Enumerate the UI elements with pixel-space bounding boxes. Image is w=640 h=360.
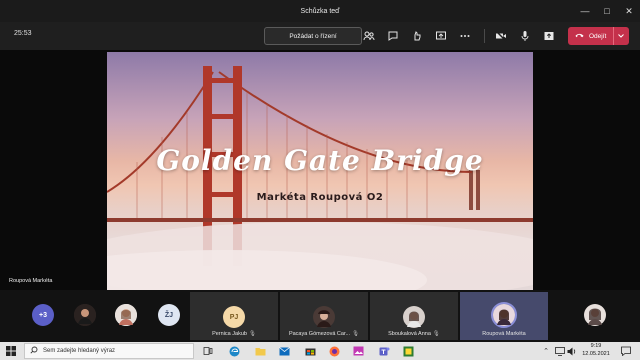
shared-content-stage: Golden Gate Bridge Markéta Roupová O2 Ro… [0,50,640,290]
mic-muted-icon: 🎙 [432,331,440,337]
mic-muted-icon: 🎙 [248,331,256,337]
taskbar-search-input[interactable]: Sem zadejte hledaný výraz [24,343,194,359]
app-icon[interactable] [402,345,414,357]
avatar [115,304,137,326]
firefox-icon[interactable] [328,345,340,357]
participant-name: Roupová Markéta [482,331,526,337]
chat-icon[interactable] [386,29,400,43]
leave-button[interactable]: Odejít [568,27,629,45]
title-bar: Schůzka teď — □ ✕ [0,0,640,22]
chevron-down-icon[interactable] [613,27,624,45]
network-icon[interactable] [554,345,566,357]
mail-icon[interactable] [278,345,290,357]
avatar: ŽJ [158,304,180,326]
more-options-icon[interactable] [458,29,472,43]
reactions-icon[interactable] [410,29,424,43]
camera-off-icon[interactable] [494,29,508,43]
toolbar-divider [484,29,485,43]
participants-strip: +3 ŽJ PJ Pernica Jakub 🎙 Pacaya Gómezová … [0,290,640,342]
request-control-button[interactable]: Požádat o řízení [264,27,362,45]
maximize-icon[interactable]: □ [596,0,618,22]
clock-time: 9:19 [590,343,602,349]
presenter-name: Roupová Markéta [9,278,53,284]
avatar [491,302,517,328]
participant-tile[interactable]: Sboukalová Anna 🎙 [370,292,458,340]
search-icon [30,346,38,356]
file-explorer-icon[interactable] [254,345,266,357]
overflow-participants-badge[interactable]: +3 [32,304,54,326]
window-controls: — □ ✕ [574,0,640,22]
notifications-icon[interactable] [620,345,632,357]
meeting-timer: 25:53 [14,30,32,37]
chevron-up-icon[interactable]: ⌃ [540,345,552,357]
slide-title: Golden Gate Bridge [156,144,484,177]
clock-date: 12.05.2021 [582,350,610,357]
teams-icon[interactable] [378,345,390,357]
store-icon[interactable] [304,345,316,357]
search-placeholder: Sem zadejte hledaný výraz [43,348,116,354]
participant-tile[interactable]: Pacaya Gómezová Car... 🎙 [280,292,368,340]
task-view-icon[interactable] [202,345,214,357]
taskbar-clock[interactable]: 9:19 12.05.2021 [578,343,614,358]
photos-icon[interactable] [352,345,364,357]
slide-subtitle: Markéta Roupová O2 [256,192,384,203]
volume-icon[interactable] [566,345,578,357]
avatar: PJ [223,306,245,328]
phone-hangup-icon [575,32,584,40]
mic-muted-icon: 🎙 [352,331,360,337]
windows-taskbar: Sem zadejte hledaný výraz ⌃ 9:19 12.05.2… [0,342,640,360]
window-title: Schůzka teď [300,7,340,15]
meeting-toolbar: 25:53 Požádat o řízení Odejít [0,22,640,50]
participant-name: Sboukalová Anna 🎙 [388,331,440,337]
participant-tile-active[interactable]: Roupová Markéta [460,292,548,340]
share-screen-icon[interactable] [434,29,448,43]
participant-tile[interactable]: PJ Pernica Jakub 🎙 [190,292,278,340]
leave-label: Odejít [589,32,607,40]
avatar [74,304,96,326]
close-icon[interactable]: ✕ [618,0,640,22]
participant-name: Pacaya Gómezová Car... 🎙 [288,331,360,337]
participant-name: Pernica Jakub 🎙 [212,331,256,337]
avatar [584,304,606,326]
minimize-icon[interactable]: — [574,0,596,22]
share-tray-icon[interactable] [542,29,556,43]
edge-icon[interactable] [228,345,240,357]
microphone-icon[interactable] [518,29,532,43]
avatar [403,306,425,328]
avatar [313,306,335,328]
participants-icon[interactable] [362,29,376,43]
presentation-slide: Golden Gate Bridge Markéta Roupová O2 [107,52,533,290]
windows-start-icon[interactable] [5,345,17,357]
